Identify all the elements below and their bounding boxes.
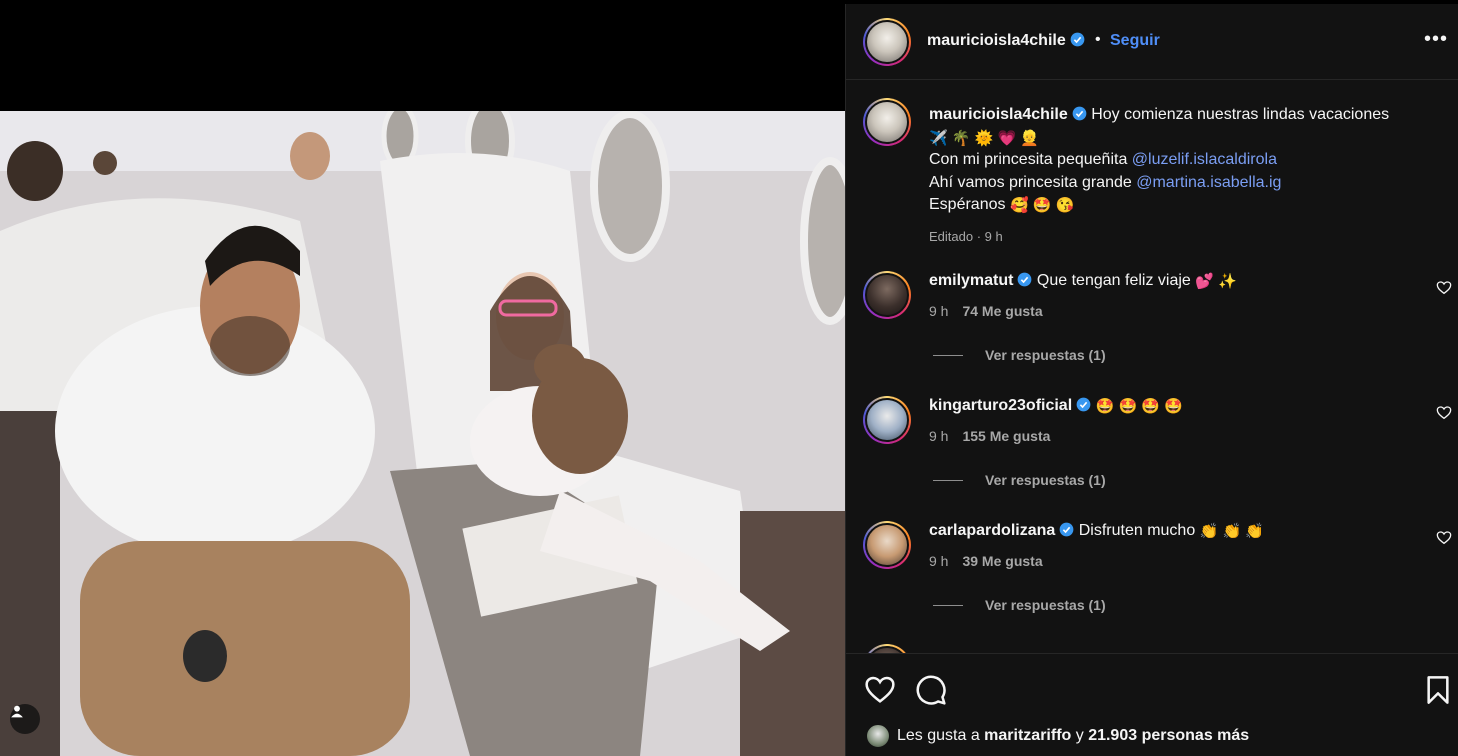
- comment-item: kingarturo23oficial 🤩 🤩 🤩 🤩 9 h 155 Me gu…: [846, 391, 1458, 516]
- view-replies-label: Ver respuestas (1): [985, 347, 1106, 363]
- more-options-button[interactable]: •••: [1424, 28, 1448, 51]
- verified-icon: [1076, 397, 1091, 412]
- comment-likes[interactable]: 39 Me gusta: [962, 553, 1042, 569]
- photo-illustration: [0, 111, 845, 756]
- user-tag-icon: [11, 705, 23, 718]
- comment-like-heart-icon[interactable]: [1436, 530, 1452, 546]
- post-actions: Les gusta a maritzariffo y 21.903 person…: [846, 653, 1458, 756]
- comment-item: emilymatut Que tengan feliz viaje 💕 ✨ 9 …: [846, 266, 1458, 391]
- post-header: mauricioisla4chile • Seguir •••: [846, 4, 1458, 80]
- comment-username[interactable]: emilymatut: [929, 272, 1013, 289]
- comment-meta: 9 h 155 Me gusta: [929, 428, 1050, 444]
- caption-line-4: Espéranos: [929, 196, 1006, 213]
- likes-count[interactable]: 21.903 personas más: [1088, 727, 1249, 744]
- more-icon: •••: [1424, 28, 1449, 50]
- verified-icon: [1018, 272, 1032, 287]
- caption-line-1: Hoy comienza nuestras lindas vacaciones: [1091, 106, 1390, 123]
- likes-summary[interactable]: Les gusta a maritzariffo y 21.903 person…: [897, 727, 1249, 745]
- comment-username[interactable]: kingarturo23oficial: [929, 397, 1072, 414]
- likes-prefix: Les gusta a: [897, 727, 985, 744]
- comment-like-heart-icon[interactable]: [1436, 405, 1452, 421]
- comment-likes[interactable]: 155 Me gusta: [962, 428, 1050, 444]
- comment-text: kingarturo23oficial 🤩 🤩 🤩 🤩: [929, 397, 1409, 415]
- user-tag-button[interactable]: [10, 704, 40, 734]
- comment-likes[interactable]: 74 Me gusta: [962, 303, 1042, 319]
- replies-divider: [933, 480, 963, 481]
- comment-avatar-partial[interactable]: [863, 644, 911, 653]
- comment-username[interactable]: carlapardolizana: [929, 522, 1055, 539]
- comment-like-heart-icon[interactable]: [1436, 280, 1452, 296]
- comment-avatar[interactable]: [863, 396, 911, 444]
- caption-line-2: Con mi princesita pequeñita: [929, 151, 1132, 168]
- caption-line-3: Ahí vamos princesita grande: [929, 173, 1137, 191]
- comment-icon[interactable]: [915, 674, 947, 706]
- author-avatar[interactable]: [863, 18, 911, 66]
- bookmark-icon[interactable]: [1422, 674, 1454, 706]
- media-panel: [0, 0, 845, 756]
- comment-emojis: 🤩 🤩 🤩 🤩: [1095, 398, 1183, 415]
- mention-link-1[interactable]: @luzelif.islacaldirola: [1132, 151, 1277, 168]
- comment-text: carlapardolizana Disfruten mucho 👏 👏 👏: [929, 522, 1409, 540]
- comment-body: Que tengan feliz viaje: [1036, 272, 1191, 289]
- replies-divider: [933, 355, 963, 356]
- comment-item: carlapardolizana Disfruten mucho 👏 👏 👏 9…: [846, 516, 1458, 641]
- post-photo[interactable]: [0, 111, 845, 756]
- view-replies-button[interactable]: Ver respuestas (1): [933, 472, 1106, 488]
- comment-meta: 9 h 39 Me gusta: [929, 553, 1043, 569]
- verified-icon: [1072, 106, 1087, 121]
- author-username-text[interactable]: mauricioisla4chile: [927, 32, 1066, 49]
- verified-icon: [1070, 32, 1085, 47]
- likes-mid: y: [1071, 727, 1089, 744]
- caption-emojis-1: ✈️ 🌴 🌞 💗 👱: [929, 129, 1040, 147]
- caption-username[interactable]: mauricioisla4chile: [929, 106, 1068, 123]
- caption: mauricioisla4chile Hoy comienza nuestras…: [929, 104, 1439, 217]
- comment-meta: 9 h 74 Me gusta: [929, 303, 1043, 319]
- header-separator: •: [1095, 31, 1101, 48]
- edited-label: Editado: [929, 229, 974, 244]
- like-heart-icon[interactable]: [864, 674, 896, 706]
- comment-emojis: 💕 ✨: [1195, 273, 1237, 290]
- view-replies-label: Ver respuestas (1): [985, 472, 1106, 488]
- comment-time[interactable]: 9 h: [929, 303, 948, 319]
- author-username[interactable]: mauricioisla4chile: [927, 32, 1085, 50]
- comment-text: emilymatut Que tengan feliz viaje 💕 ✨: [929, 272, 1409, 290]
- caption-time[interactable]: 9 h: [985, 229, 1003, 244]
- caption-emojis-4: 🥰 🤩 😘: [1009, 197, 1075, 214]
- comments-scroll-area[interactable]: mauricioisla4chile Hoy comienza nuestras…: [846, 81, 1458, 653]
- comment-time[interactable]: 9 h: [929, 553, 948, 569]
- comment-body: Disfruten mucho: [1078, 522, 1196, 539]
- view-replies-button[interactable]: Ver respuestas (1): [933, 597, 1106, 613]
- caption-avatar[interactable]: [863, 98, 911, 146]
- mention-link-2[interactable]: @martina.isabella.ig: [1136, 174, 1281, 191]
- replies-divider: [933, 605, 963, 606]
- comment-time[interactable]: 9 h: [929, 428, 948, 444]
- caption-meta: Editado · 9 h: [929, 229, 1003, 244]
- liked-by-user[interactable]: maritzariffo: [984, 727, 1071, 744]
- view-replies-label: Ver respuestas (1): [985, 597, 1106, 613]
- comment-emojis: 👏 👏 👏: [1199, 523, 1265, 540]
- comment-avatar[interactable]: [863, 521, 911, 569]
- view-replies-button[interactable]: Ver respuestas (1): [933, 347, 1106, 363]
- post-side-panel: mauricioisla4chile • Seguir ••• mauricio…: [845, 4, 1458, 756]
- verified-icon: [1059, 522, 1074, 537]
- comment-avatar[interactable]: [863, 271, 911, 319]
- liker-avatar[interactable]: [866, 724, 890, 748]
- follow-button[interactable]: Seguir: [1110, 32, 1160, 50]
